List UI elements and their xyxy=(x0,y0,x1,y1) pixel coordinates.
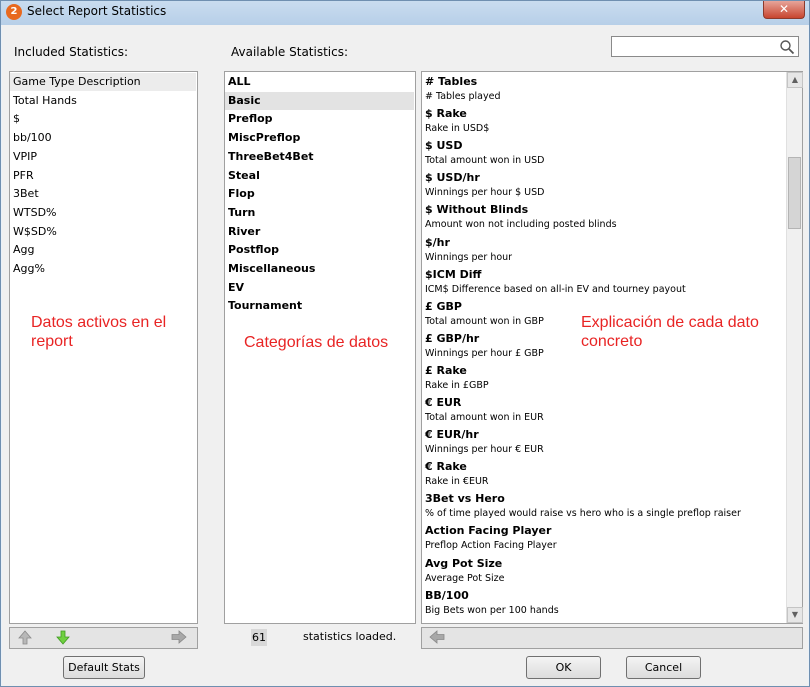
stat-name[interactable]: $ USD/hr xyxy=(425,171,480,184)
stat-name[interactable]: # Tables xyxy=(425,75,477,88)
category-item-basic[interactable]: Basic xyxy=(225,91,414,110)
stat-name[interactable]: 3Bet vs Hero xyxy=(425,492,505,505)
stat-name[interactable]: € EUR/hr xyxy=(425,428,479,441)
stats-toolbar xyxy=(421,627,803,649)
category-item-flop[interactable]: Flop xyxy=(225,185,414,203)
stat-name[interactable]: € Rake xyxy=(425,460,467,473)
stat-description: Winnings per hour xyxy=(425,251,513,263)
stat-name[interactable]: € EUR xyxy=(425,396,461,409)
stat-description: Total amount won in USD xyxy=(425,155,545,167)
stat-description: Winnings per hour £ GBP xyxy=(425,347,544,359)
stat-description: Total amount won in EUR xyxy=(425,412,544,423)
statistics-loaded-label: statistics loaded. xyxy=(303,630,397,643)
statistics-detail-list[interactable]: # Tables # Tables played $ Rake Rake in USD… xyxy=(421,71,803,624)
down-arrow-icon[interactable] xyxy=(52,629,74,647)
included-stat-item[interactable]: Agg% xyxy=(10,260,196,278)
cancel-button[interactable]: Cancel xyxy=(626,656,701,679)
window-title: Select Report Statistics xyxy=(27,4,167,18)
stat-description: Big Bets won per 100 hands xyxy=(425,604,559,616)
stat-name[interactable]: Action Facing Player xyxy=(425,524,551,537)
stat-description: Total amount won in GBP xyxy=(425,315,544,327)
stat-description: Winnings per hour € EUR xyxy=(425,444,544,456)
statistics-count: 61 xyxy=(251,629,267,646)
stat-name[interactable]: $ USD xyxy=(425,139,462,152)
stat-description: Rake in €EUR xyxy=(425,476,489,488)
category-item-threebet4bet[interactable]: ThreeBet4Bet xyxy=(225,148,414,166)
stat-description: Winnings per hour $ USD xyxy=(425,187,545,199)
stat-description: # Tables played xyxy=(425,91,501,102)
included-stat-item[interactable]: VPIP xyxy=(10,148,196,166)
included-stat-item[interactable]: Total Hands xyxy=(10,92,196,110)
note-statistics: Explicación de cada dato concreto xyxy=(581,314,759,350)
search-icon[interactable] xyxy=(779,39,795,55)
stat-description: Amount won not including posted blinds xyxy=(425,219,617,231)
stat-description: Rake in £GBP xyxy=(425,379,489,391)
search-field[interactable] xyxy=(614,38,774,55)
note-included: Datos activos en el report xyxy=(31,314,167,350)
category-item-all[interactable]: ALL xyxy=(225,73,414,91)
included-stat-item[interactable]: Game Type Description xyxy=(10,73,196,91)
included-statistics-label: Included Statistics: xyxy=(14,45,129,59)
category-item-ev[interactable]: EV xyxy=(225,279,414,297)
stat-name[interactable]: $ Without Blinds xyxy=(425,203,528,216)
close-button[interactable]: ✕ xyxy=(763,1,805,19)
stat-name[interactable]: $ICM Diff xyxy=(425,268,481,281)
category-item-preflop[interactable]: Preflop xyxy=(225,110,414,128)
stat-name[interactable]: BB/100 xyxy=(425,589,469,602)
stat-name[interactable]: £ Rake xyxy=(425,364,467,377)
available-statistics-label: Available Statistics: xyxy=(231,45,349,59)
dialog-window: 2 Select Report Statistics ✕ Included St… xyxy=(0,0,810,687)
included-stat-item[interactable]: PFR xyxy=(10,167,196,185)
included-stat-item[interactable]: WTSD% xyxy=(10,204,196,222)
stat-name[interactable]: $/hr xyxy=(425,236,450,249)
included-stat-item[interactable]: $ xyxy=(10,110,196,128)
stat-description: % of time played would raise vs hero who… xyxy=(425,508,741,520)
search-input[interactable] xyxy=(611,36,799,57)
title-bar[interactable]: 2 Select Report Statistics ✕ xyxy=(1,1,809,25)
category-item-miscpreflop[interactable]: MiscPreflop xyxy=(225,129,414,147)
categories-list[interactable]: ALL Basic Preflop MiscPreflop ThreeBet4Bet St… xyxy=(224,71,416,624)
category-item-steal[interactable]: Steal xyxy=(225,167,414,185)
stat-name[interactable]: £ GBP xyxy=(425,300,462,313)
left-arrow-icon[interactable] xyxy=(426,629,448,647)
scroll-up-icon[interactable]: ▲ xyxy=(787,72,803,88)
stat-description: Preflop Action Facing Player xyxy=(425,540,557,552)
included-toolbar xyxy=(9,627,198,649)
default-stats-button[interactable]: Default Stats xyxy=(63,656,145,679)
category-item-tournament[interactable]: Tournament xyxy=(225,297,414,315)
stat-description: ICM$ Difference based on all-in EV and t… xyxy=(425,283,686,295)
category-item-miscellaneous[interactable]: Miscellaneous xyxy=(225,260,414,278)
right-arrow-icon[interactable] xyxy=(168,629,190,647)
category-item-river[interactable]: River xyxy=(225,223,414,241)
included-statistics-list[interactable]: Game Type Description Total Hands $ bb/100 V… xyxy=(9,71,198,624)
ok-button[interactable]: OK xyxy=(526,656,601,679)
included-stat-item[interactable]: bb/100 xyxy=(10,129,196,147)
note-categories: Categorías de datos xyxy=(244,334,389,351)
included-stat-item[interactable]: W$SD% xyxy=(10,223,196,241)
app-icon: 2 xyxy=(6,4,22,20)
stat-description: Rake in USD$ xyxy=(425,123,490,135)
stat-name[interactable]: $ Rake xyxy=(425,107,467,120)
category-item-turn[interactable]: Turn xyxy=(225,204,414,222)
included-stat-item[interactable]: 3Bet xyxy=(10,185,196,203)
stats-scrollbar[interactable]: ▲ ▼ xyxy=(786,72,803,623)
scroll-thumb[interactable] xyxy=(788,157,801,229)
scroll-down-icon[interactable]: ▼ xyxy=(787,607,803,623)
stat-name[interactable]: Avg Pot Size xyxy=(425,557,502,570)
stat-description: Average Pot Size xyxy=(425,572,505,584)
category-item-postflop[interactable]: Postflop xyxy=(225,241,414,259)
stat-name[interactable]: £ GBP/hr xyxy=(425,332,479,345)
up-arrow-icon[interactable] xyxy=(14,629,36,647)
included-stat-item[interactable]: Agg xyxy=(10,241,196,259)
